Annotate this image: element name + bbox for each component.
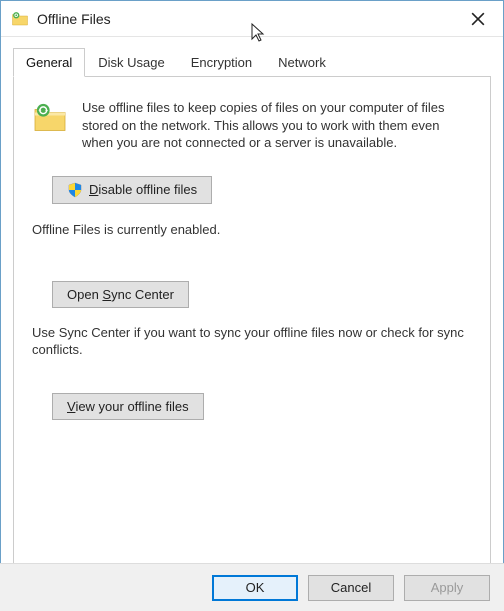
sync-center-button-label: Open Sync Center bbox=[67, 287, 174, 302]
tab-general[interactable]: General bbox=[13, 48, 85, 77]
intro-text: Use offline files to keep copies of file… bbox=[82, 99, 472, 152]
window-title: Offline Files bbox=[37, 11, 463, 27]
title-bar: Offline Files bbox=[1, 1, 503, 37]
tab-encryption[interactable]: Encryption bbox=[178, 48, 265, 77]
app-icon bbox=[11, 10, 29, 28]
ok-button[interactable]: OK bbox=[212, 575, 298, 601]
cancel-button[interactable]: Cancel bbox=[308, 575, 394, 601]
status-text: Offline Files is currently enabled. bbox=[32, 222, 472, 237]
close-button[interactable] bbox=[463, 4, 493, 34]
offline-files-folder-icon bbox=[32, 99, 68, 135]
tab-disk-usage[interactable]: Disk Usage bbox=[85, 48, 177, 77]
tab-strip: General Disk Usage Encryption Network bbox=[1, 37, 503, 76]
apply-button: Apply bbox=[404, 575, 490, 601]
open-sync-center-button[interactable]: Open Sync Center bbox=[52, 281, 189, 308]
tab-network[interactable]: Network bbox=[265, 48, 339, 77]
disable-offline-files-button[interactable]: Disable offline files bbox=[52, 176, 212, 204]
tab-panel-general: Use offline files to keep copies of file… bbox=[13, 76, 491, 572]
disable-button-label: Disable offline files bbox=[89, 182, 197, 197]
uac-shield-icon bbox=[67, 182, 83, 198]
close-icon bbox=[471, 12, 485, 26]
sync-help-text: Use Sync Center if you want to sync your… bbox=[32, 324, 472, 359]
dialog-footer: OK Cancel Apply bbox=[0, 563, 504, 611]
view-offline-files-button[interactable]: View your offline files bbox=[52, 393, 204, 420]
view-files-button-label: View your offline files bbox=[67, 399, 189, 414]
